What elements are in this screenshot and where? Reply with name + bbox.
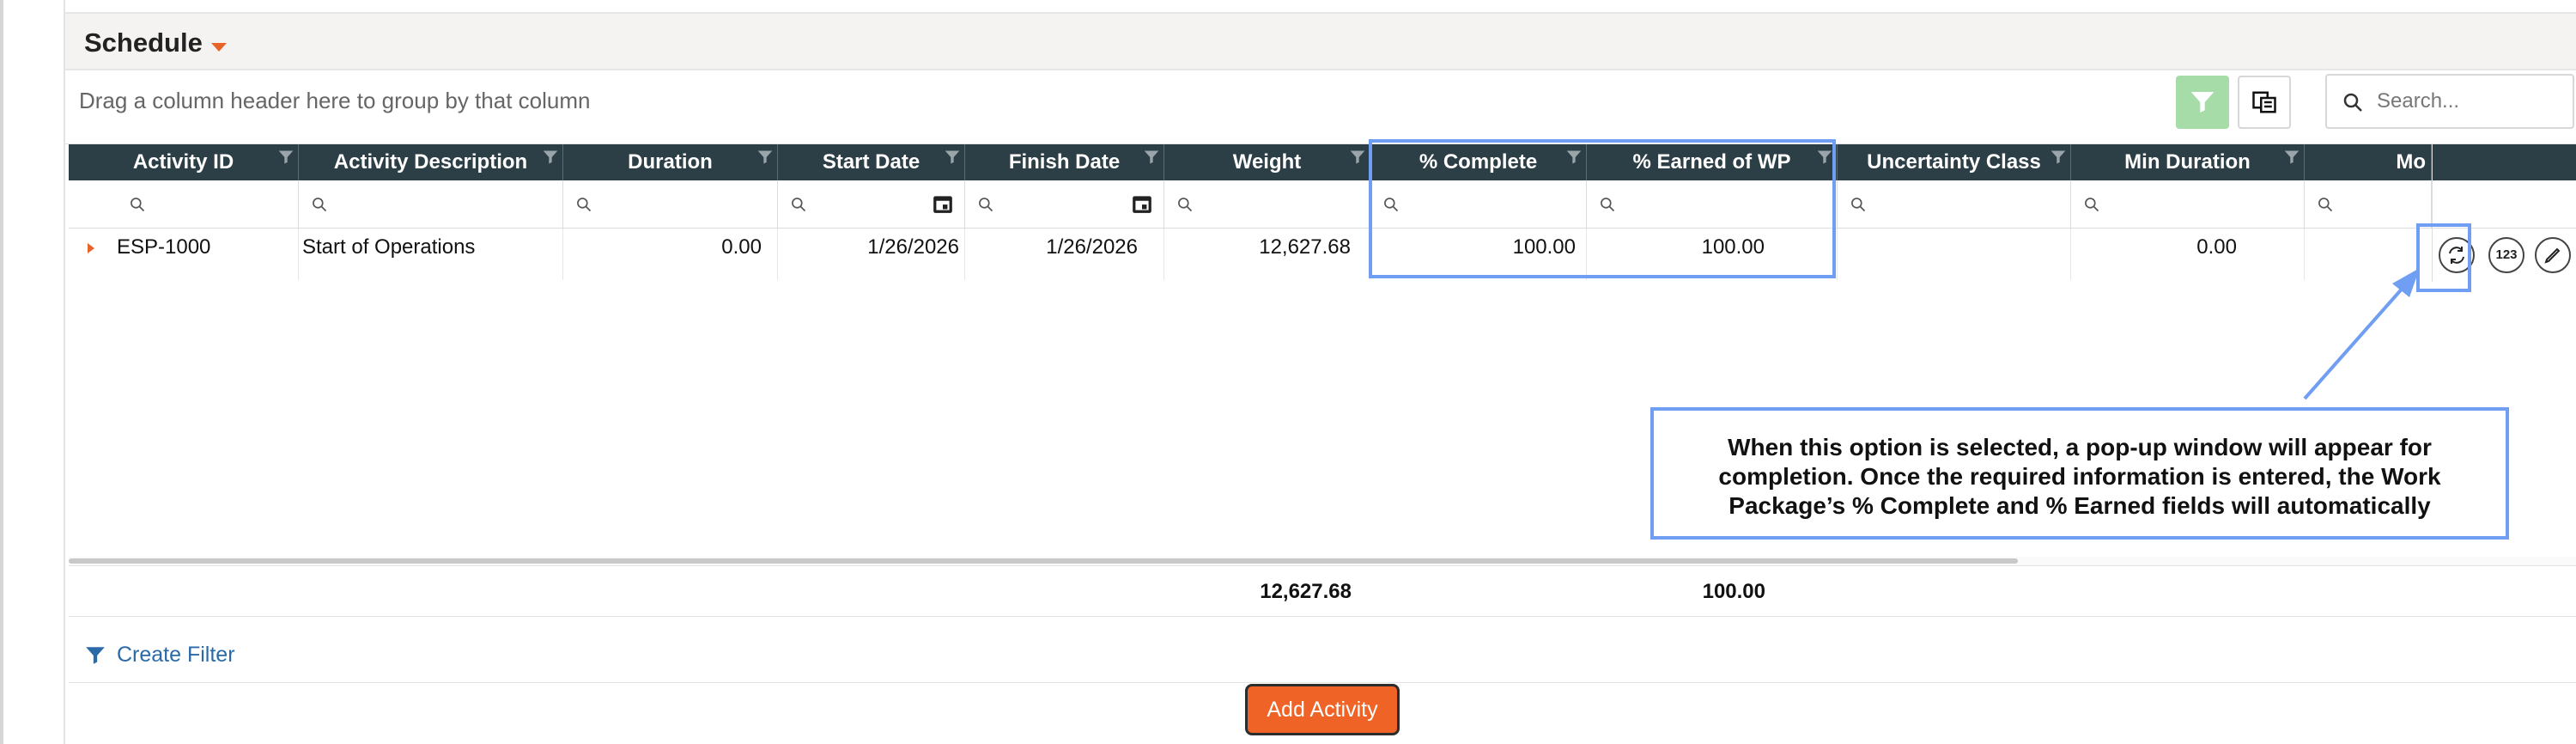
search-icon	[979, 198, 993, 212]
cell-start-date: 1/26/2026	[778, 229, 965, 280]
column-label: Mo	[2396, 150, 2426, 174]
totals-row: 12,627.68 100.00	[69, 565, 2576, 617]
table-row[interactable]: ESP-1000 Start of Operations 0.00 1/26/2…	[69, 229, 2576, 280]
highlight-percent-columns	[1369, 139, 1836, 278]
filter-cell-start-date[interactable]	[778, 180, 965, 229]
total-weight: 12,627.68	[1260, 580, 1352, 603]
add-activity-button[interactable]: Add Activity	[1245, 684, 1400, 735]
annotation-callout: When this option is selected, a pop-up w…	[1650, 407, 2509, 540]
funnel-icon	[2190, 92, 2215, 113]
column-label: Activity ID	[132, 150, 234, 174]
filter-cell-min-duration[interactable]	[2071, 180, 2305, 229]
filter-cell-truncated[interactable]	[2305, 180, 2432, 229]
column-filter-icon[interactable]	[542, 149, 559, 166]
progress-number-icon: 123	[2495, 247, 2518, 262]
column-label: Duration	[628, 150, 713, 174]
column-header-weight[interactable]: Weight	[1164, 144, 1370, 180]
column-label: Finish Date	[1008, 150, 1121, 174]
column-label: Start Date	[822, 150, 920, 174]
search-icon	[1178, 198, 1193, 212]
search-icon	[1851, 198, 1866, 212]
scrollbar-thumb[interactable]	[69, 558, 2018, 564]
panel-header[interactable]: Schedule	[65, 12, 2576, 70]
cell-activity-id: ESP-1000	[69, 229, 299, 280]
update-progress-button[interactable]: 123	[2488, 237, 2524, 273]
annotation-arrow-icon	[2303, 268, 2420, 400]
collapse-caret-icon[interactable]	[211, 43, 227, 52]
filter-toggle-button[interactable]	[2176, 76, 2229, 129]
calendar-icon[interactable]	[932, 192, 954, 215]
column-header-activity-id[interactable]: Activity ID	[69, 144, 299, 180]
column-header-duration[interactable]: Duration	[563, 144, 778, 180]
group-by-hint: Drag a column header here to group by th…	[79, 88, 591, 113]
page-edge	[0, 0, 3, 744]
group-by-bar: Drag a column header here to group by th…	[65, 72, 2576, 144]
column-filter-icon[interactable]	[756, 149, 774, 166]
search-icon	[2318, 198, 2333, 212]
search-icon	[792, 198, 806, 212]
search-icon	[2343, 93, 2362, 112]
schedule-panel: Schedule Drag a column header here to gr…	[64, 0, 2576, 744]
column-label: Weight	[1232, 150, 1302, 174]
activity-id-value: ESP-1000	[117, 235, 211, 259]
column-header-activity-description[interactable]: Activity Description	[299, 144, 563, 180]
column-filter-icon[interactable]	[277, 149, 295, 166]
search-icon	[313, 198, 327, 212]
panel-title: Schedule	[84, 27, 203, 58]
edit-row-button[interactable]	[2535, 237, 2571, 273]
column-chooser-icon	[2252, 91, 2276, 113]
pencil-icon	[2544, 247, 2561, 264]
column-header-finish-date[interactable]: Finish Date	[965, 144, 1164, 180]
expand-row-icon[interactable]	[88, 243, 94, 253]
divider	[69, 682, 2576, 683]
filter-cell-duration[interactable]	[563, 180, 778, 229]
column-header-truncated[interactable]: Mo	[2305, 144, 2432, 180]
column-label: Min Duration	[2124, 150, 2251, 174]
calendar-icon[interactable]	[1131, 192, 1153, 215]
column-filter-icon[interactable]	[2050, 149, 2067, 166]
search-input[interactable]	[2375, 84, 2566, 119]
search-icon	[131, 198, 145, 212]
search-icon	[577, 198, 592, 212]
funnel-icon	[86, 647, 105, 664]
filter-cell-finish-date[interactable]	[965, 180, 1164, 229]
column-chooser-button[interactable]	[2238, 76, 2291, 129]
cell-min-duration: 0.00	[2071, 229, 2305, 280]
column-filter-icon[interactable]	[1143, 149, 1160, 166]
cell-weight: 12,627.68	[1164, 229, 1370, 280]
filter-cell-uncertainty-class[interactable]	[1838, 180, 2071, 229]
column-filter-icon[interactable]	[2283, 149, 2300, 166]
cell-uncertainty-class	[1838, 229, 2071, 280]
total-percent-earned: 100.00	[1702, 580, 1765, 603]
column-label: Activity Description	[333, 150, 528, 174]
search-icon	[2085, 198, 2099, 212]
column-filter-icon[interactable]	[944, 149, 961, 166]
column-header-row: Activity ID Activity Description Duratio…	[69, 144, 2576, 180]
filter-cell-activity-id[interactable]	[69, 180, 299, 229]
column-header-min-duration[interactable]: Min Duration	[2071, 144, 2305, 180]
filter-cell-weight[interactable]	[1164, 180, 1370, 229]
cell-finish-date: 1/26/2026	[965, 229, 1164, 280]
cell-activity-description: Start of Operations	[299, 229, 563, 280]
cell-duration: 0.00	[563, 229, 778, 280]
create-filter-label: Create Filter	[117, 643, 235, 667]
column-label: Uncertainty Class	[1867, 150, 2041, 174]
filter-cell-activity-description[interactable]	[299, 180, 563, 229]
column-header-uncertainty-class[interactable]: Uncertainty Class	[1838, 144, 2071, 180]
column-header-start-date[interactable]: Start Date	[778, 144, 965, 180]
horizontal-scrollbar[interactable]	[69, 557, 2576, 565]
column-filter-row	[69, 180, 2576, 229]
grid-search-field[interactable]	[2325, 74, 2574, 129]
column-filter-icon[interactable]	[1349, 149, 1366, 166]
